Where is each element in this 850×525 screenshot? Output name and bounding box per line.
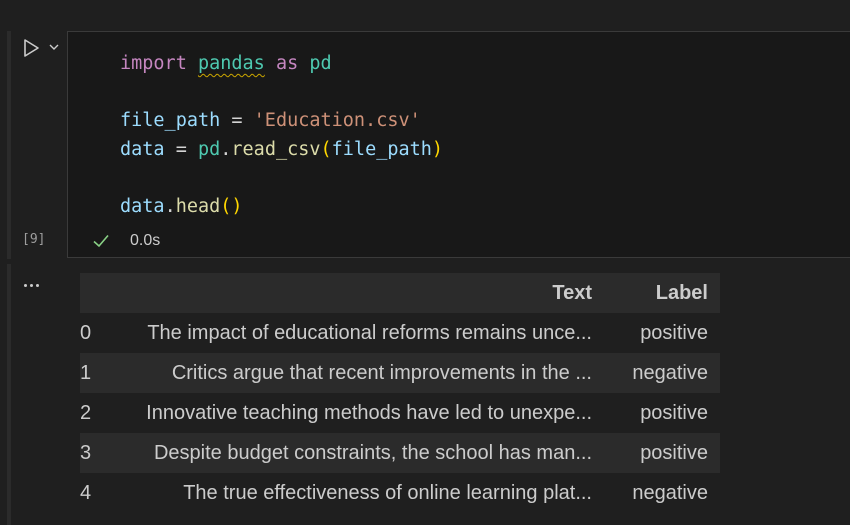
cell-status-bar: 0.0s: [67, 226, 850, 258]
ellipsis-icon-dot: [36, 283, 39, 287]
output-actions-button[interactable]: [24, 275, 48, 295]
code-token: read_csv: [231, 139, 321, 160]
code-token: import: [120, 53, 187, 74]
code-token: data: [120, 139, 165, 160]
code-editor[interactable]: import pandas as pd file_path = 'Educati…: [67, 31, 850, 227]
table-row: 3 Despite budget constraints, the school…: [80, 433, 720, 473]
row-text: Despite budget constraints, the school h…: [153, 441, 592, 464]
row-index: 2: [80, 401, 92, 424]
code-line-6: data.head(): [120, 195, 243, 219]
code-line-1: import pandas as pd: [120, 52, 332, 76]
code-line-3: file_path = 'Education.csv': [120, 109, 421, 133]
row-index: 3: [80, 441, 92, 464]
output-focus-border: [7, 264, 11, 525]
column-header-index: [80, 273, 112, 313]
run-cell-button[interactable]: [20, 37, 42, 59]
cell-focus-border: [7, 31, 11, 259]
table-row: 2 Innovative teaching methods have led t…: [80, 393, 720, 433]
run-options-dropdown[interactable]: [47, 40, 61, 54]
code-token: pd: [197, 139, 221, 160]
row-index: 0: [80, 321, 92, 344]
row-label: positive: [640, 441, 708, 464]
table-row: 1 Critics argue that recent improvements…: [80, 353, 720, 393]
row-label: negative: [632, 481, 708, 504]
code-token: head: [175, 196, 221, 217]
code-token: (: [320, 139, 332, 160]
code-token: .: [164, 196, 176, 217]
ellipsis-icon-dot: [30, 283, 33, 287]
code-token: .: [220, 139, 232, 160]
code-token: =: [175, 139, 187, 160]
dataframe-output-table: Text Label 0 The impact of educational r…: [80, 273, 720, 513]
row-text: Innovative teaching methods have led to …: [146, 401, 592, 424]
check-icon: [93, 234, 109, 248]
row-index: 4: [80, 481, 92, 504]
code-token: data: [120, 196, 165, 217]
code-token: file_path: [331, 139, 432, 160]
row-text: The impact of educational reforms remain…: [147, 321, 592, 344]
code-token: ): [431, 139, 444, 160]
table-header-row: Text Label: [80, 273, 720, 313]
column-header-label: Label: [655, 281, 708, 304]
column-header-text: Text: [552, 281, 592, 304]
table-row: 4 The true effectiveness of online learn…: [80, 473, 720, 513]
code-token-module-warning: pandas: [197, 53, 265, 74]
play-icon: [24, 39, 39, 57]
row-label: negative: [632, 361, 708, 384]
ellipsis-icon: [24, 283, 27, 287]
chevron-down-icon: [49, 44, 59, 50]
row-label: positive: [640, 401, 708, 424]
execution-duration: 0.0s: [130, 232, 161, 249]
execution-count: [9]: [22, 232, 46, 247]
row-index: 1: [80, 361, 92, 384]
code-token: pd: [309, 53, 332, 74]
row-label: positive: [640, 321, 708, 344]
code-token: as: [275, 53, 299, 74]
code-token: file_path: [120, 110, 221, 131]
row-text: Critics argue that recent improvements i…: [171, 361, 592, 384]
code-line-4: data = pd.read_csv(file_path): [120, 138, 443, 162]
row-text: The true effectiveness of online learnin…: [183, 481, 592, 504]
table-row: 0 The impact of educational reforms rema…: [80, 313, 720, 353]
code-token: =: [231, 110, 243, 131]
code-token: (): [220, 196, 243, 217]
code-token: 'Education.csv': [253, 110, 421, 131]
